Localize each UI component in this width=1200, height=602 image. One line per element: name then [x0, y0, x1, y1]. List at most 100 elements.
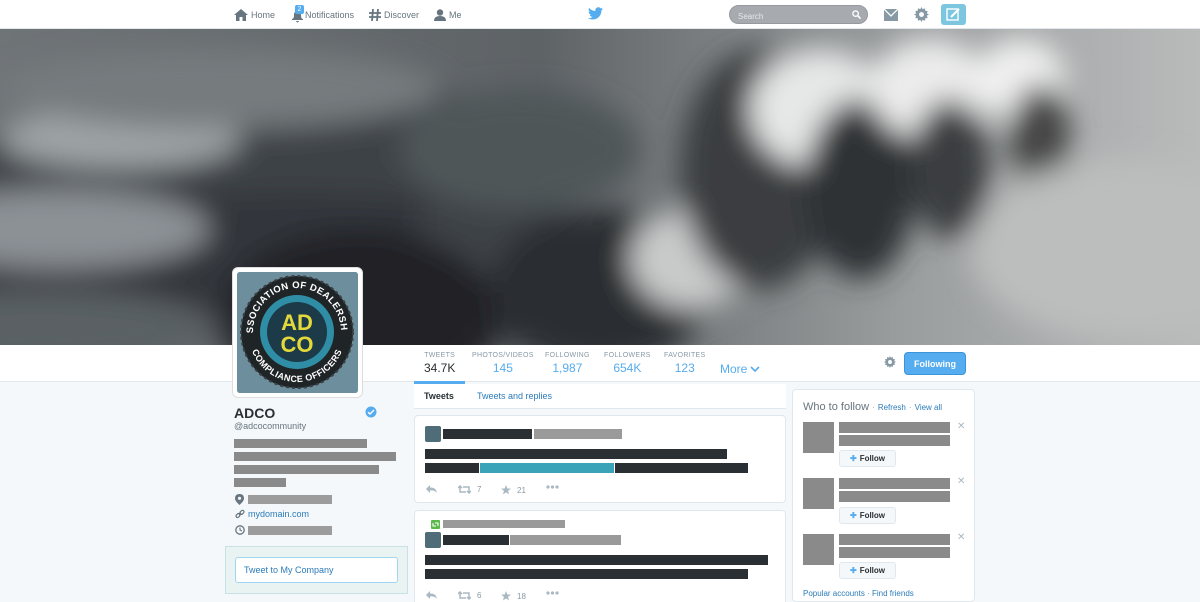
link-icon: [235, 509, 245, 519]
ellipsis-icon: [546, 485, 559, 489]
suggestion-name[interactable]: [839, 422, 950, 433]
tweet-text: [425, 555, 768, 565]
tweet-author-avatar[interactable]: [425, 426, 441, 442]
home-icon: [234, 9, 248, 21]
search-icon[interactable]: [852, 10, 861, 19]
suggestion-avatar[interactable]: [803, 478, 834, 509]
location-pin-icon: [235, 494, 244, 505]
dismiss-icon[interactable]: ✕: [957, 532, 965, 543]
stat-following-value: 1,987: [552, 361, 583, 375]
stat-tweets-label: TWEETS: [424, 352, 456, 359]
tweet-text: [425, 463, 479, 473]
favorite-button[interactable]: 18: [501, 591, 526, 601]
search-input[interactable]: [730, 8, 840, 25]
add-user-icon: ✚: [849, 511, 857, 520]
tweet-author-avatar[interactable]: [425, 532, 441, 548]
stat-favorites-label: FAVORITES: [664, 352, 706, 359]
tweet-author-handle: [510, 535, 621, 545]
stat-photos-label: PHOTOS/VIDEOS: [472, 352, 534, 359]
suggestion-handle: [839, 547, 950, 558]
suggestion-name[interactable]: [839, 534, 950, 545]
nav-me-label: Me: [449, 10, 462, 20]
profile-settings-icon[interactable]: [884, 356, 896, 368]
dismiss-icon[interactable]: ✕: [957, 421, 965, 432]
star-icon: [501, 591, 511, 601]
stat-photos-value: 145: [492, 361, 513, 375]
nav-notifications-label: Notifications: [305, 10, 355, 20]
nav-me[interactable]: Me: [434, 7, 462, 23]
profile-handle: @adcocommunity: [234, 421, 307, 431]
twitter-bird-icon[interactable]: [588, 7, 603, 20]
reply-icon: [426, 485, 437, 493]
nav-home[interactable]: Home: [234, 7, 275, 23]
suggestion-name[interactable]: [839, 478, 950, 489]
stat-favorites[interactable]: FAVORITES 123: [664, 352, 705, 375]
star-icon: [501, 485, 511, 495]
who-to-follow-module: Who to follow · Refresh · View all ✚ Foll…: [792, 389, 975, 602]
follow-button[interactable]: ✚ Follow: [839, 450, 896, 467]
reply-button[interactable]: [426, 485, 443, 493]
tab-tweets[interactable]: Tweets: [424, 391, 454, 401]
stat-following[interactable]: FOLLOWING 1,987: [545, 352, 590, 375]
retweet-icon: [458, 485, 471, 494]
adco-logo: ASSOCIATION OF DEALERSHIP COMPLIANCE OFF…: [237, 272, 358, 393]
search-box: [729, 5, 868, 25]
popular-accounts-link[interactable]: Popular accounts: [803, 589, 865, 598]
joined-date-text: [248, 526, 332, 535]
dismiss-icon[interactable]: ✕: [957, 476, 965, 487]
user-icon: [434, 9, 446, 21]
nav-notifications[interactable]: 2 Notifications: [291, 5, 355, 23]
follow-button[interactable]: ✚ Follow: [839, 562, 896, 579]
avatar-letters-bottom: CO: [281, 332, 314, 357]
suggestion-avatar[interactable]: [803, 422, 834, 453]
tweet-text: [615, 463, 748, 473]
follow-button[interactable]: ✚ Follow: [839, 507, 896, 524]
retweet-button[interactable]: 7: [458, 485, 481, 494]
more-menu[interactable]: More: [720, 362, 760, 376]
bio-line: [234, 478, 286, 487]
messages-icon[interactable]: [884, 9, 898, 21]
who-to-follow-title: Who to follow: [803, 401, 870, 413]
bio-line: [234, 465, 379, 474]
more-actions-button[interactable]: [546, 591, 565, 595]
tweet-card[interactable]: 6 18: [414, 510, 786, 602]
stat-favorites-value: 123: [674, 361, 695, 375]
stat-tweets-value: 34.7K: [424, 361, 456, 375]
location-text: [248, 495, 332, 504]
favorite-button[interactable]: 21: [501, 485, 526, 495]
tweet-text: [425, 449, 727, 459]
more-actions-button[interactable]: [546, 485, 565, 489]
stat-photos-videos[interactable]: PHOTOS/VIDEOS 145: [472, 352, 534, 375]
bio-line: [234, 452, 396, 461]
compose-icon: [946, 8, 960, 21]
profile-website-link[interactable]: mydomain.com: [248, 509, 309, 519]
refresh-link[interactable]: Refresh: [878, 403, 906, 412]
following-button[interactable]: Following: [904, 352, 966, 375]
tweet-author-name[interactable]: [443, 535, 509, 545]
compose-tweet-button[interactable]: [941, 4, 966, 25]
find-friends-link[interactable]: Find friends: [872, 589, 914, 598]
tweet-link[interactable]: [480, 463, 614, 473]
tweet-text: [425, 569, 748, 579]
tweet-author-name[interactable]: [443, 429, 532, 439]
tweet-card[interactable]: 7 21: [414, 415, 786, 503]
timeline-tabs: Tweets Tweets and replies: [414, 384, 786, 409]
profile-stats-nav: TWEETS 34.7K PHOTOS/VIDEOS 145 FOLLOWING…: [0, 345, 1200, 384]
view-all-link[interactable]: View all: [915, 403, 942, 412]
favorite-count: 18: [517, 591, 526, 601]
profile-avatar[interactable]: ASSOCIATION OF DEALERSHIP COMPLIANCE OFF…: [232, 267, 363, 398]
reply-button[interactable]: [426, 591, 443, 599]
nav-discover[interactable]: Discover: [369, 7, 419, 23]
stat-followers[interactable]: FOLLOWERS 654K: [604, 352, 651, 375]
top-navigation-bar: Home 2 Notifications Discover Me: [0, 0, 1200, 29]
settings-gear-icon[interactable]: [914, 7, 929, 22]
suggestion-avatar[interactable]: [803, 534, 834, 565]
stat-tweets[interactable]: TWEETS 34.7K: [413, 352, 466, 384]
tweet-to-input[interactable]: Tweet to My Company: [235, 557, 398, 583]
retweet-button[interactable]: 6: [458, 591, 481, 600]
suggestion-handle: [839, 491, 950, 502]
nav-home-label: Home: [251, 10, 276, 20]
stat-followers-value: 654K: [613, 361, 642, 375]
tab-tweets-and-replies[interactable]: Tweets and replies: [477, 391, 552, 401]
favorite-count: 21: [517, 485, 526, 495]
